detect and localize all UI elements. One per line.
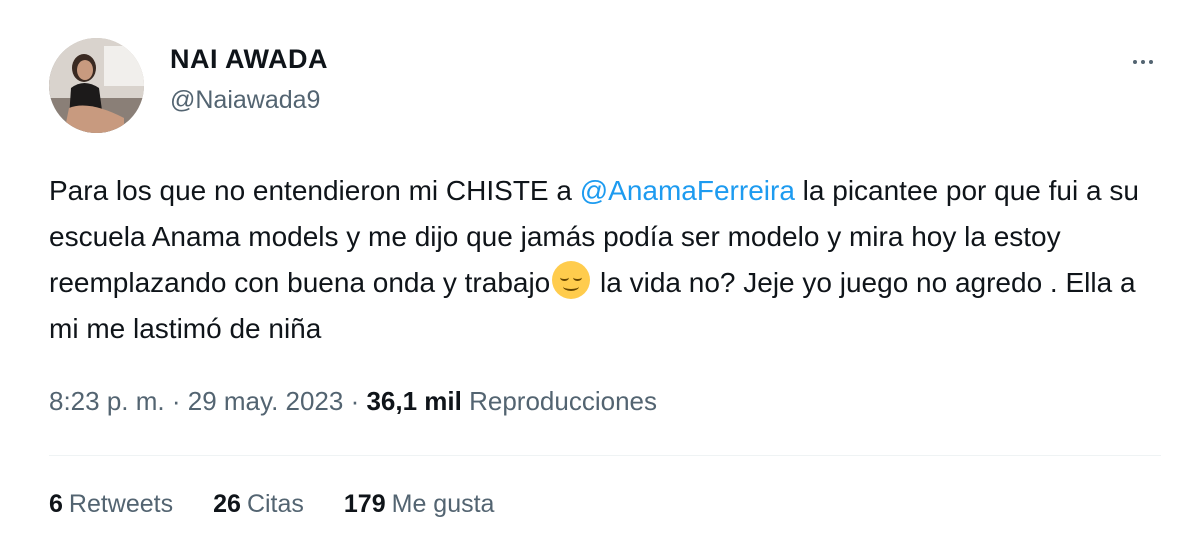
stat-label: Citas (246, 490, 304, 518)
more-options-icon[interactable] (1125, 50, 1161, 74)
tweet-text-part: Para los que no entendieron mi CHISTE a (49, 175, 580, 206)
dot (1133, 60, 1137, 64)
views-label: Reproducciones (469, 386, 657, 416)
retweets-stat[interactable]: 6 Retweets (49, 490, 173, 519)
mention-link[interactable]: @AnamaFerreira (580, 175, 795, 206)
tweet-text: Para los que no entendieron mi CHISTE a … (49, 168, 1169, 352)
views-count: 36,1 mil (366, 386, 462, 416)
stat-count: 179 (343, 490, 386, 518)
meta-separator: · (164, 386, 188, 416)
dot (1149, 60, 1153, 64)
engagement-stats: 6 Retweets 26 Citas 179 Me gusta (49, 490, 534, 519)
avatar[interactable] (49, 38, 144, 133)
emoji-mouth (563, 282, 580, 291)
author-handle[interactable]: @Naiawada9 (170, 86, 320, 115)
author-display-name[interactable]: NAI AWADA (170, 44, 328, 75)
stat-label: Retweets (68, 490, 174, 518)
stat-count: 26 (213, 490, 241, 518)
stat-count: 6 (49, 490, 63, 518)
stat-label: Me gusta (391, 490, 495, 518)
dot (1141, 60, 1145, 64)
tweet-time[interactable]: 8:23 p. m. (49, 386, 165, 416)
relieved-face-emoji-icon (552, 261, 591, 299)
tweet-meta: 8:23 p. m. · 29 may. 2023 · 36,1 mil Rep… (49, 386, 657, 417)
quotes-stat[interactable]: 26 Citas (213, 490, 304, 519)
tweet-date[interactable]: 29 may. 2023 (188, 386, 344, 416)
tweet-card: NAI AWADA @Naiawada9 Para los que no ent… (0, 0, 1200, 536)
profile-photo-icon (49, 38, 144, 133)
likes-stat[interactable]: 179 Me gusta (344, 490, 495, 519)
meta-separator: · (343, 386, 367, 416)
divider (49, 455, 1161, 456)
